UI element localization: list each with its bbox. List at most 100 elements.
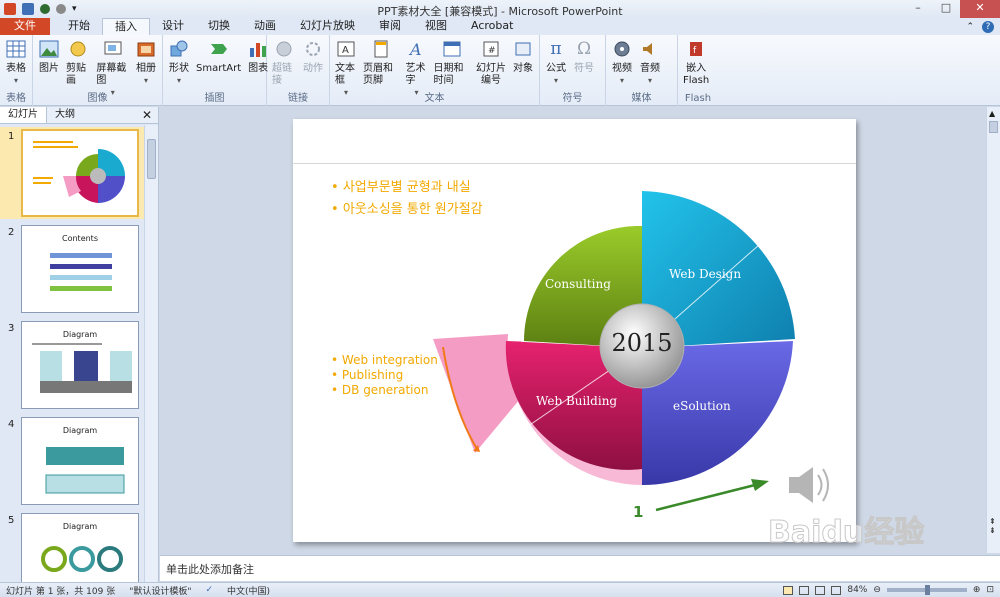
thumbnail-preview: Diagram	[21, 417, 139, 505]
slide-thumbnail-2[interactable]: 2 Contents	[0, 223, 144, 315]
tab-home[interactable]: 开始	[56, 18, 102, 35]
slide-thumbnail-1[interactable]: 1	[0, 127, 144, 219]
zoom-out-icon[interactable]: ⊖	[873, 585, 881, 595]
thumbnail-preview	[21, 129, 139, 217]
help-icon[interactable]: ?	[982, 20, 994, 33]
slide-canvas[interactable]: • 사업부문별 균형과 내실 • 아웃소싱을 통한 원가절감 • Web int…	[293, 119, 856, 542]
header-footer-icon	[370, 38, 392, 60]
panel-scrollbar[interactable]	[144, 125, 158, 582]
speaker-icon	[639, 38, 661, 60]
label-web-building[interactable]: Web Building	[536, 394, 617, 408]
tab-slideshow[interactable]: 幻灯片放映	[288, 18, 367, 35]
ribbon: 表格 ▾ 表格 图片 剪贴画 屏幕截图 ▾ 相册 ▾ 图像 形状 ▾ SmartArt …	[0, 35, 1000, 106]
label-esolution[interactable]: eSolution	[673, 399, 731, 413]
omega-icon: Ω	[576, 39, 592, 59]
group-symbols: π 公式 ▾ Ω 符号 符号	[540, 35, 606, 106]
group-label-links: 链接	[288, 93, 308, 104]
tab-transitions[interactable]: 切换	[196, 18, 242, 35]
thumb-content-bars	[50, 253, 112, 291]
close-panel-icon[interactable]: ✕	[142, 108, 158, 122]
tab-file[interactable]: 文件	[0, 18, 50, 35]
zoom-level[interactable]: 84%	[847, 585, 867, 595]
thumbnail-list: 1 2 Contents 3 Diagram 4 Diagram 5 Diagr…	[0, 125, 144, 582]
baidu-watermark: Baidu经验	[768, 496, 968, 576]
close-button[interactable]: ✕	[960, 0, 1000, 18]
group-links: 超链接 动作 链接	[267, 35, 330, 106]
bullet-left-1: • Web integration	[331, 353, 438, 367]
group-images: 图片 剪贴画 屏幕截图 ▾ 相册 ▾ 图像	[33, 35, 163, 106]
tab-animations[interactable]: 动画	[242, 18, 288, 35]
fit-window-icon[interactable]: ⊡	[986, 585, 994, 595]
slide-thumbnail-5[interactable]: 5 Diagram	[0, 511, 144, 582]
slide-counter: 幻灯片 第 1 张，共 109 张	[6, 586, 116, 597]
undo-icon[interactable]	[40, 4, 50, 14]
slide-number-icon: #	[480, 38, 502, 60]
maximize-button[interactable]: □	[932, 0, 960, 18]
theme-name[interactable]: "默认设计模板"	[129, 584, 191, 597]
thumbnail-preview: Contents	[21, 225, 139, 313]
zoom-slider[interactable]	[886, 585, 967, 595]
zoom-in-icon[interactable]: ⊕	[973, 585, 981, 595]
chart-icon	[247, 38, 269, 60]
tab-review[interactable]: 审阅	[367, 18, 413, 35]
language-indicator[interactable]: 中文(中国)	[227, 584, 270, 597]
group-label-symbols: 符号	[562, 93, 583, 104]
group-label-text: 文本	[424, 93, 445, 104]
tab-slides[interactable]: 幻灯片	[0, 107, 47, 123]
svg-text:A: A	[342, 45, 349, 56]
slides-panel: 幻灯片 大纲 ✕ 1 2 Contents 3 Diagram 4 Diagra…	[0, 107, 159, 582]
collapse-ribbon-icon[interactable]: ⌃	[966, 22, 974, 32]
normal-view-icon[interactable]	[783, 585, 794, 595]
shapes-icon	[168, 38, 190, 60]
thumbnail-preview: Diagram	[21, 513, 139, 582]
bullet-list-top[interactable]: • 사업부문별 균형과 내실 • 아웃소싱을 통한 원가절감	[331, 177, 483, 221]
tab-outline[interactable]: 大纲	[47, 107, 83, 123]
spellcheck-icon[interactable]: ✓	[206, 585, 214, 595]
flash-icon: f	[685, 38, 707, 60]
save-icon[interactable]	[22, 3, 34, 15]
film-reel-icon	[611, 38, 633, 60]
powerpoint-logo-icon[interactable]	[4, 3, 16, 15]
group-label-images: 图像	[87, 93, 108, 104]
label-consulting[interactable]: Consulting	[545, 277, 611, 291]
group-label-illustrations: 插图	[204, 93, 225, 104]
group-table: 表格 ▾ 表格	[0, 35, 33, 106]
tab-acrobat[interactable]: Acrobat	[459, 18, 525, 35]
table-icon	[5, 38, 27, 60]
label-web-design[interactable]: Web Design	[669, 267, 741, 281]
bullet-top-2: • 아웃소싱을 통한 원가절감	[331, 202, 483, 217]
slide-sorter-icon[interactable]	[799, 585, 810, 595]
group-flash: f 嵌入 Flash Flash	[678, 35, 718, 106]
title-bar: ▾ PPT素材大全 [兼容模式] - Microsoft PowerPoint …	[0, 0, 1000, 18]
quick-access-toolbar: ▾	[0, 3, 150, 15]
slide-thumbnail-3[interactable]: 3 Diagram	[0, 319, 144, 411]
editor-scrollbar[interactable]: ▲ ⇞ ⇟	[986, 107, 1000, 553]
scroll-thumb[interactable]	[989, 121, 998, 133]
scroll-up-icon[interactable]: ▲	[989, 109, 995, 118]
customize-qat-icon[interactable]: ▾	[72, 4, 77, 14]
green-arrow	[655, 483, 756, 512]
tab-insert[interactable]: 插入	[102, 18, 150, 35]
tab-view[interactable]: 视图	[413, 18, 459, 35]
thumb-diagram	[32, 343, 132, 393]
picture-icon	[38, 38, 60, 60]
window-title: PPT素材大全 [兼容模式] - Microsoft PowerPoint	[377, 5, 623, 18]
redo-icon[interactable]	[56, 4, 66, 14]
hyperlink-icon	[273, 38, 295, 60]
bullet-list-left[interactable]: • Web integration • Publishing • DB gene…	[331, 353, 438, 398]
tab-design[interactable]: 设计	[150, 18, 196, 35]
slideshow-icon[interactable]	[831, 585, 842, 595]
group-illustrations: 形状 ▾ SmartArt 图表 插图	[163, 35, 269, 106]
smartart-icon	[208, 38, 230, 60]
bullet-top-1: • 사업부문별 균형과 내실	[331, 180, 471, 195]
screenshot-icon	[102, 38, 124, 60]
slide-thumbnail-4[interactable]: 4 Diagram	[0, 415, 144, 507]
watermark-logo-text: Baidu经验	[768, 515, 924, 550]
thumbnail-preview: Diagram	[21, 321, 139, 409]
prev-slide-icon[interactable]: ⇞ ⇟	[989, 517, 996, 535]
reading-view-icon[interactable]	[815, 585, 826, 595]
center-year-label[interactable]: 2015	[600, 329, 684, 357]
group-media: 视频 ▾ 音频 ▾ 媒体	[606, 35, 678, 106]
minimize-button[interactable]: –	[904, 0, 932, 18]
status-bar: 幻灯片 第 1 张，共 109 张 "默认设计模板" ✓ 中文(中国) 84% …	[0, 582, 1000, 597]
